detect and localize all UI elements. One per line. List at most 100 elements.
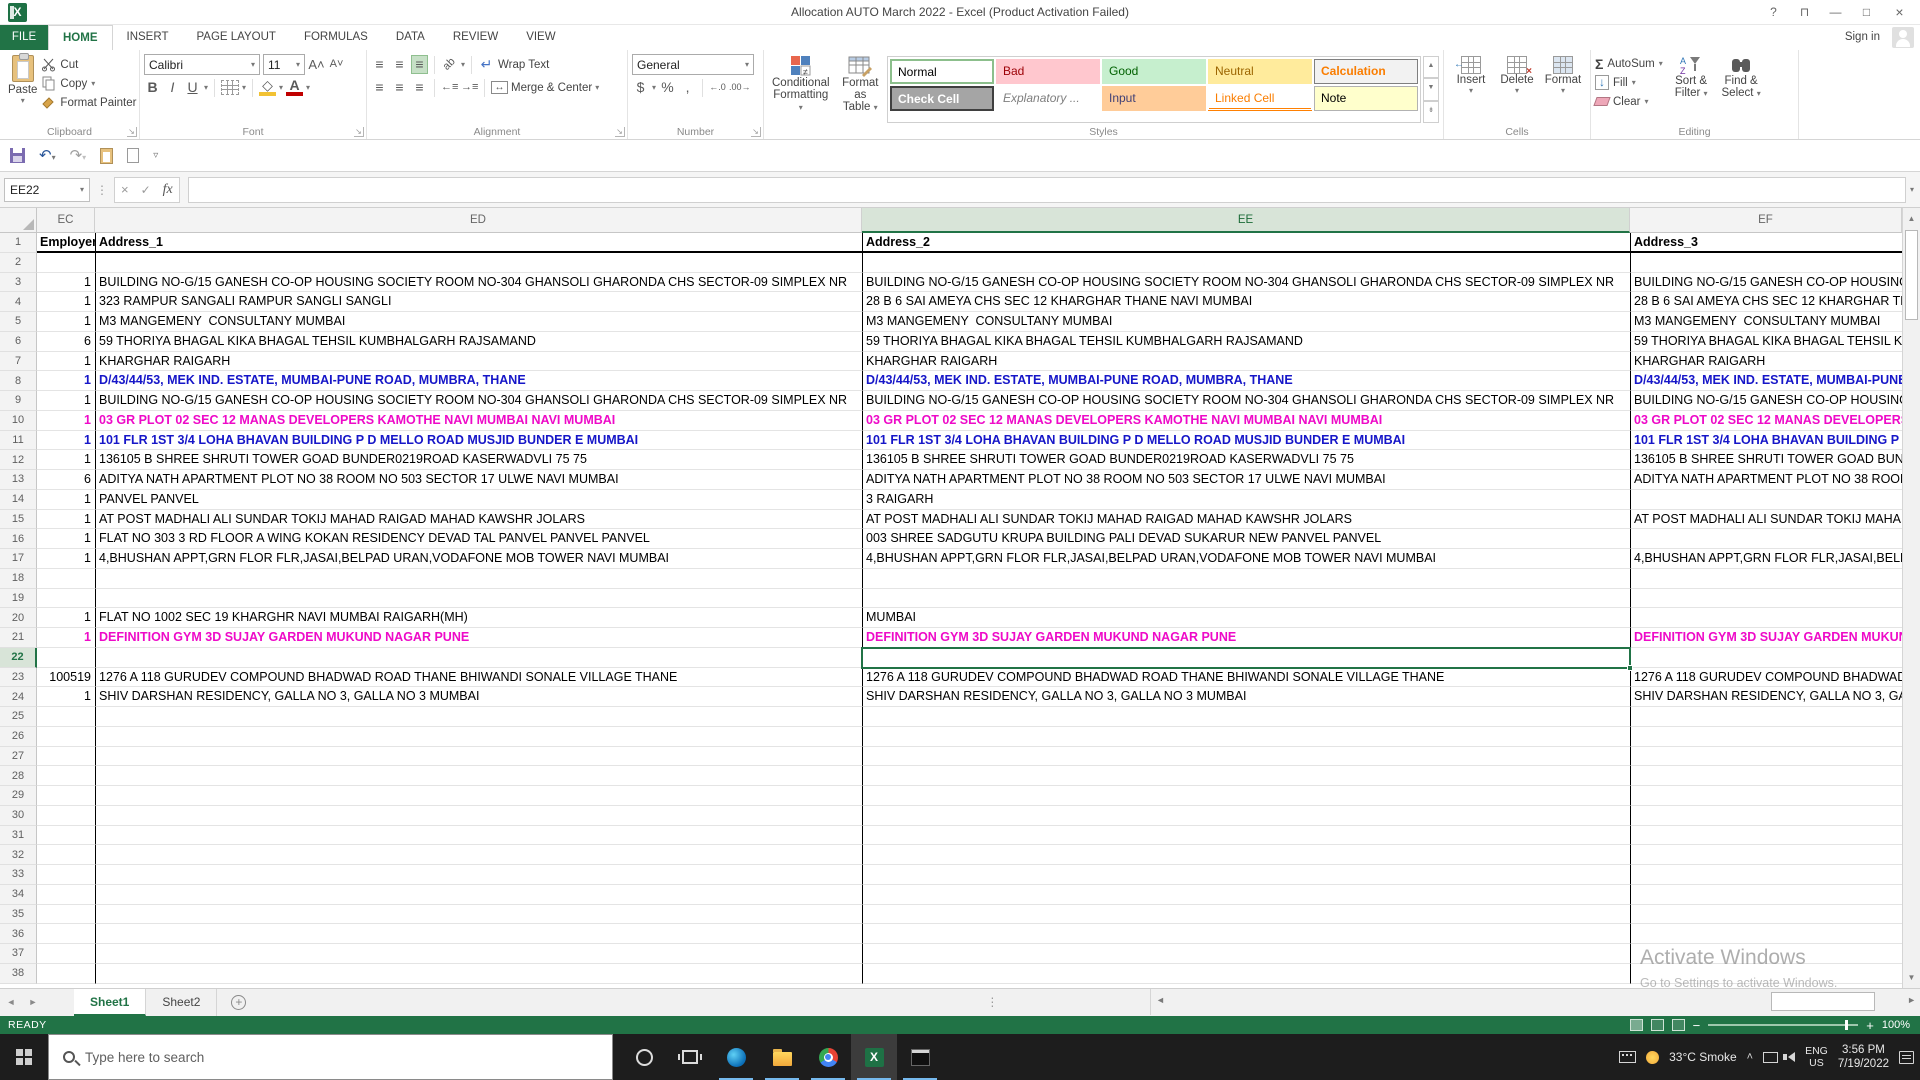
clipboard-icon[interactable] [100, 148, 113, 164]
row-header-28[interactable]: 28 [0, 766, 37, 786]
cell-ED9[interactable]: BUILDING NO-G/15 GANESH CO-OP HOUSING SO… [95, 391, 862, 411]
middle-align-icon[interactable]: ≡ [391, 56, 408, 73]
cell-EF12[interactable]: 136105 B SHREE SHRUTI TOWER GOAD BUNDER0… [1630, 450, 1902, 470]
cell-EF20[interactable] [1630, 608, 1902, 628]
underline-button[interactable]: U [184, 79, 201, 96]
cell-EC12[interactable]: 1 [37, 450, 95, 470]
fill-button[interactable]: ↓ Fill▾ [1595, 73, 1663, 92]
cell-ED29[interactable] [95, 786, 862, 806]
top-align-icon[interactable]: ≡ [371, 56, 388, 73]
cell-EF11[interactable]: 101 FLR 1ST 3/4 LOHA BHAVAN BUILDING P D… [1630, 431, 1902, 451]
cell-EF4[interactable]: 28 B 6 SAI AMEYA CHS SEC 12 KHARGHAR THA… [1630, 292, 1902, 312]
row-header-15[interactable]: 15 [0, 510, 37, 530]
ribbon-tab-data[interactable]: DATA [382, 25, 439, 50]
cell-ED27[interactable] [95, 747, 862, 767]
cell-EE22[interactable] [862, 648, 1630, 668]
styles-scroll-down-button[interactable]: ▼ [1423, 78, 1439, 100]
close-button[interactable]: × [1885, 0, 1914, 25]
zoom-out-button[interactable]: − [1693, 1019, 1701, 1032]
cell-EF6[interactable]: 59 THORIYA BHAGAL KIKA BHAGAL TEHSIL KUM… [1630, 332, 1902, 352]
new-document-icon[interactable] [127, 148, 139, 163]
new-sheet-button[interactable]: + [231, 995, 246, 1010]
clock[interactable]: 3:56 PM7/19/2022 [1838, 1043, 1889, 1071]
ribbon-tab-review[interactable]: REVIEW [439, 25, 512, 50]
percent-format-button[interactable]: % [659, 79, 676, 96]
tray-expand-chevron-icon[interactable]: ˄ [1747, 1051, 1753, 1063]
font-dialog-launcher[interactable]: ↘ [354, 127, 364, 137]
row-header-16[interactable]: 16 [0, 529, 37, 549]
cell-ED4[interactable]: 323 RAMPUR SANGALI RAMPUR SANGLI SANGLI [95, 292, 862, 312]
cell-EF2[interactable] [1630, 253, 1902, 273]
cell-ED19[interactable] [95, 589, 862, 609]
cell-EF3[interactable]: BUILDING NO-G/15 GANESH CO-OP HOUSING SO… [1630, 273, 1902, 293]
row-header-19[interactable]: 19 [0, 589, 37, 609]
cell-EF9[interactable]: BUILDING NO-G/15 GANESH CO-OP HOUSING SO… [1630, 391, 1902, 411]
column-header-ED[interactable]: ED [95, 208, 862, 233]
cell-EF18[interactable] [1630, 569, 1902, 589]
cell-EC4[interactable]: 1 [37, 292, 95, 312]
row-header-14[interactable]: 14 [0, 490, 37, 510]
row-header-6[interactable]: 6 [0, 332, 37, 352]
insert-function-icon[interactable]: fx [163, 182, 173, 198]
cell-style-calculation[interactable]: Calculation [1314, 59, 1418, 84]
cell-ED16[interactable]: FLAT NO 303 3 RD FLOOR A WING KOKAN RESI… [95, 529, 862, 549]
cell-EE30[interactable] [862, 806, 1630, 826]
cell-style-neutral[interactable]: Neutral [1208, 59, 1312, 84]
format-painter-button[interactable]: Format Painter [41, 93, 136, 112]
cell-EF14[interactable] [1630, 490, 1902, 510]
row-header-34[interactable]: 34 [0, 885, 37, 905]
cell-ED34[interactable] [95, 885, 862, 905]
cell-EE34[interactable] [862, 885, 1630, 905]
cell-EE8[interactable]: D/43/44/53, MEK IND. ESTATE, MUMBAI-PUNE… [862, 371, 1630, 391]
cell-EE29[interactable] [862, 786, 1630, 806]
row-header-33[interactable]: 33 [0, 865, 37, 885]
copy-button[interactable]: Copy▾ [41, 74, 136, 93]
cell-EC18[interactable] [37, 569, 95, 589]
cell-EF24[interactable]: SHIV DARSHAN RESIDENCY, GALLA NO 3, GALL… [1630, 687, 1902, 707]
find-select-button[interactable]: Find & Select ▾ [1718, 53, 1765, 123]
cell-EC7[interactable]: 1 [37, 352, 95, 372]
cell-style-normal[interactable]: Normal [890, 59, 994, 84]
redo-button[interactable]: ↷▾ [70, 146, 87, 165]
cell-EC9[interactable]: 1 [37, 391, 95, 411]
cell-EE1[interactable]: Address_2 [862, 233, 1630, 253]
cell-ED35[interactable] [95, 905, 862, 925]
cell-ED25[interactable] [95, 707, 862, 727]
format-as-table-button[interactable]: Format as Table ▾ [838, 53, 883, 123]
cell-EE20[interactable]: MUMBAI [862, 608, 1630, 628]
ribbon-tab-view[interactable]: VIEW [512, 25, 569, 50]
name-box-dropdown-icon[interactable]: ▾ [80, 185, 84, 194]
cancel-entry-icon[interactable]: × [121, 182, 129, 197]
cell-EE21[interactable]: DEFINITION GYM 3D SUJAY GARDEN MUKUND NA… [862, 628, 1630, 648]
font-family-select[interactable]: Calibri▾ [144, 54, 260, 75]
cell-EF37[interactable] [1630, 944, 1902, 964]
number-format-select[interactable]: General▾ [632, 54, 754, 75]
cell-EE33[interactable] [862, 865, 1630, 885]
next-sheet-icon[interactable]: ► [22, 989, 44, 1016]
formula-input[interactable] [188, 177, 1906, 203]
scroll-up-icon[interactable]: ▲ [1903, 210, 1920, 227]
cell-EE9[interactable]: BUILDING NO-G/15 GANESH CO-OP HOUSING SO… [862, 391, 1630, 411]
cortana-button[interactable] [621, 1034, 667, 1080]
cell-EE27[interactable] [862, 747, 1630, 767]
cell-EF38[interactable] [1630, 964, 1902, 984]
cell-EF30[interactable] [1630, 806, 1902, 826]
clipboard-dialog-launcher[interactable]: ↘ [127, 127, 137, 137]
row-header-10[interactable]: 10 [0, 411, 37, 431]
cell-ED32[interactable] [95, 845, 862, 865]
cell-EE28[interactable] [862, 766, 1630, 786]
row-header-31[interactable]: 31 [0, 826, 37, 846]
language-indicator[interactable]: ENGUS [1805, 1045, 1828, 1069]
cell-EE7[interactable]: KHARGHAR RAIGARH [862, 352, 1630, 372]
cell-EE31[interactable] [862, 826, 1630, 846]
row-header-3[interactable]: 3 [0, 273, 37, 293]
row-header-25[interactable]: 25 [0, 707, 37, 727]
scroll-down-icon[interactable]: ▼ [1903, 969, 1920, 986]
align-left-icon[interactable]: ≡ [371, 79, 388, 96]
cell-EC26[interactable] [37, 727, 95, 747]
cell-EF8[interactable]: D/43/44/53, MEK IND. ESTATE, MUMBAI-PUNE… [1630, 371, 1902, 391]
file-explorer-button[interactable] [759, 1034, 805, 1080]
cell-ED24[interactable]: SHIV DARSHAN RESIDENCY, GALLA NO 3, GALL… [95, 687, 862, 707]
cell-EC17[interactable]: 1 [37, 549, 95, 569]
grow-font-button[interactable]: A˄ [308, 56, 325, 73]
